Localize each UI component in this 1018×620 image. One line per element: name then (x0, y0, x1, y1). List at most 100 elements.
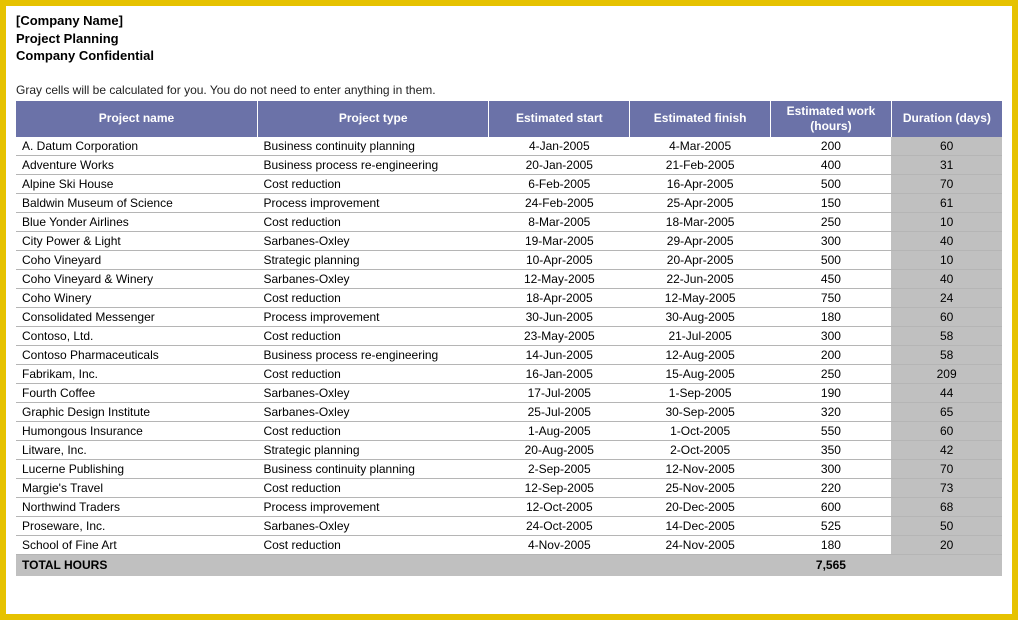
cell-est-finish[interactable]: 1-Oct-2005 (630, 421, 771, 440)
cell-project-type[interactable]: Sarbanes-Oxley (257, 269, 488, 288)
cell-est-finish[interactable]: 20-Apr-2005 (630, 250, 771, 269)
cell-est-start[interactable]: 16-Jan-2005 (489, 364, 630, 383)
table-row[interactable]: Fabrikam, Inc.Cost reduction16-Jan-20051… (16, 364, 1002, 383)
cell-est-start[interactable]: 24-Oct-2005 (489, 516, 630, 535)
cell-est-finish[interactable]: 16-Apr-2005 (630, 174, 771, 193)
cell-est-start[interactable]: 20-Jan-2005 (489, 155, 630, 174)
col-project-type[interactable]: Project type (257, 101, 488, 137)
cell-est-finish[interactable]: 25-Apr-2005 (630, 193, 771, 212)
cell-project-name[interactable]: Adventure Works (16, 155, 257, 174)
cell-est-finish[interactable]: 22-Jun-2005 (630, 269, 771, 288)
cell-est-work[interactable]: 300 (771, 231, 892, 250)
cell-project-type[interactable]: Business continuity planning (257, 459, 488, 478)
cell-duration[interactable]: 24 (891, 288, 1002, 307)
cell-est-start[interactable]: 30-Jun-2005 (489, 307, 630, 326)
cell-project-type[interactable]: Business process re-engineering (257, 155, 488, 174)
cell-est-finish[interactable]: 29-Apr-2005 (630, 231, 771, 250)
cell-est-work[interactable]: 200 (771, 137, 892, 156)
cell-duration[interactable]: 10 (891, 212, 1002, 231)
cell-est-start[interactable]: 18-Apr-2005 (489, 288, 630, 307)
table-row[interactable]: Litware, Inc.Strategic planning20-Aug-20… (16, 440, 1002, 459)
table-row[interactable]: Margie's TravelCost reduction12-Sep-2005… (16, 478, 1002, 497)
cell-duration[interactable]: 60 (891, 421, 1002, 440)
table-row[interactable]: Lucerne PublishingBusiness continuity pl… (16, 459, 1002, 478)
cell-project-type[interactable]: Process improvement (257, 497, 488, 516)
cell-project-name[interactable]: Margie's Travel (16, 478, 257, 497)
cell-est-start[interactable]: 24-Feb-2005 (489, 193, 630, 212)
cell-project-name[interactable]: School of Fine Art (16, 535, 257, 554)
cell-est-work[interactable]: 450 (771, 269, 892, 288)
table-row[interactable]: Graphic Design InstituteSarbanes-Oxley25… (16, 402, 1002, 421)
table-row[interactable]: Coho Vineyard & WinerySarbanes-Oxley12-M… (16, 269, 1002, 288)
cell-est-start[interactable]: 4-Jan-2005 (489, 137, 630, 156)
cell-duration[interactable]: 70 (891, 459, 1002, 478)
cell-project-name[interactable]: Northwind Traders (16, 497, 257, 516)
cell-project-type[interactable]: Cost reduction (257, 288, 488, 307)
cell-est-finish[interactable]: 20-Dec-2005 (630, 497, 771, 516)
cell-est-finish[interactable]: 14-Dec-2005 (630, 516, 771, 535)
table-row[interactable]: Alpine Ski HouseCost reduction6-Feb-2005… (16, 174, 1002, 193)
cell-duration[interactable]: 31 (891, 155, 1002, 174)
cell-project-name[interactable]: Humongous Insurance (16, 421, 257, 440)
cell-est-work[interactable]: 525 (771, 516, 892, 535)
cell-duration[interactable]: 20 (891, 535, 1002, 554)
cell-project-type[interactable]: Cost reduction (257, 478, 488, 497)
cell-project-type[interactable]: Sarbanes-Oxley (257, 402, 488, 421)
cell-project-type[interactable]: Process improvement (257, 193, 488, 212)
cell-est-work[interactable]: 500 (771, 250, 892, 269)
cell-project-type[interactable]: Business process re-engineering (257, 345, 488, 364)
cell-project-name[interactable]: Graphic Design Institute (16, 402, 257, 421)
cell-est-work[interactable]: 200 (771, 345, 892, 364)
cell-project-type[interactable]: Business continuity planning (257, 137, 488, 156)
cell-est-finish[interactable]: 4-Mar-2005 (630, 137, 771, 156)
cell-est-finish[interactable]: 18-Mar-2005 (630, 212, 771, 231)
cell-est-start[interactable]: 25-Jul-2005 (489, 402, 630, 421)
cell-est-work[interactable]: 150 (771, 193, 892, 212)
cell-est-start[interactable]: 14-Jun-2005 (489, 345, 630, 364)
cell-project-name[interactable]: Proseware, Inc. (16, 516, 257, 535)
cell-duration[interactable]: 209 (891, 364, 1002, 383)
table-row[interactable]: Consolidated MessengerProcess improvemen… (16, 307, 1002, 326)
cell-est-work[interactable]: 320 (771, 402, 892, 421)
cell-est-finish[interactable]: 24-Nov-2005 (630, 535, 771, 554)
col-est-start[interactable]: Estimated start (489, 101, 630, 137)
cell-est-work[interactable]: 550 (771, 421, 892, 440)
cell-est-finish[interactable]: 1-Sep-2005 (630, 383, 771, 402)
cell-project-name[interactable]: Fourth Coffee (16, 383, 257, 402)
cell-duration[interactable]: 40 (891, 269, 1002, 288)
cell-est-start[interactable]: 12-Sep-2005 (489, 478, 630, 497)
table-row[interactable]: Proseware, Inc.Sarbanes-Oxley24-Oct-2005… (16, 516, 1002, 535)
col-duration[interactable]: Duration (days) (891, 101, 1002, 137)
cell-est-work[interactable]: 350 (771, 440, 892, 459)
cell-est-start[interactable]: 10-Apr-2005 (489, 250, 630, 269)
col-project-name[interactable]: Project name (16, 101, 257, 137)
cell-duration[interactable]: 40 (891, 231, 1002, 250)
cell-project-type[interactable]: Strategic planning (257, 440, 488, 459)
cell-project-name[interactable]: Blue Yonder Airlines (16, 212, 257, 231)
cell-est-start[interactable]: 6-Feb-2005 (489, 174, 630, 193)
cell-est-start[interactable]: 2-Sep-2005 (489, 459, 630, 478)
cell-est-finish[interactable]: 21-Jul-2005 (630, 326, 771, 345)
cell-est-start[interactable]: 4-Nov-2005 (489, 535, 630, 554)
cell-project-type[interactable]: Cost reduction (257, 535, 488, 554)
cell-est-finish[interactable]: 25-Nov-2005 (630, 478, 771, 497)
cell-project-name[interactable]: Consolidated Messenger (16, 307, 257, 326)
cell-est-work[interactable]: 180 (771, 307, 892, 326)
cell-est-finish[interactable]: 12-Aug-2005 (630, 345, 771, 364)
cell-est-work[interactable]: 400 (771, 155, 892, 174)
cell-project-type[interactable]: Cost reduction (257, 364, 488, 383)
cell-duration[interactable]: 73 (891, 478, 1002, 497)
cell-duration[interactable]: 44 (891, 383, 1002, 402)
table-row[interactable]: Northwind TradersProcess improvement12-O… (16, 497, 1002, 516)
cell-duration[interactable]: 65 (891, 402, 1002, 421)
cell-project-name[interactable]: Alpine Ski House (16, 174, 257, 193)
cell-project-type[interactable]: Cost reduction (257, 421, 488, 440)
cell-project-name[interactable]: Contoso, Ltd. (16, 326, 257, 345)
cell-est-start[interactable]: 17-Jul-2005 (489, 383, 630, 402)
table-row[interactable]: Blue Yonder AirlinesCost reduction8-Mar-… (16, 212, 1002, 231)
cell-est-start[interactable]: 1-Aug-2005 (489, 421, 630, 440)
cell-est-work[interactable]: 250 (771, 212, 892, 231)
cell-est-start[interactable]: 12-May-2005 (489, 269, 630, 288)
cell-project-type[interactable]: Strategic planning (257, 250, 488, 269)
table-row[interactable]: Contoso PharmaceuticalsBusiness process … (16, 345, 1002, 364)
